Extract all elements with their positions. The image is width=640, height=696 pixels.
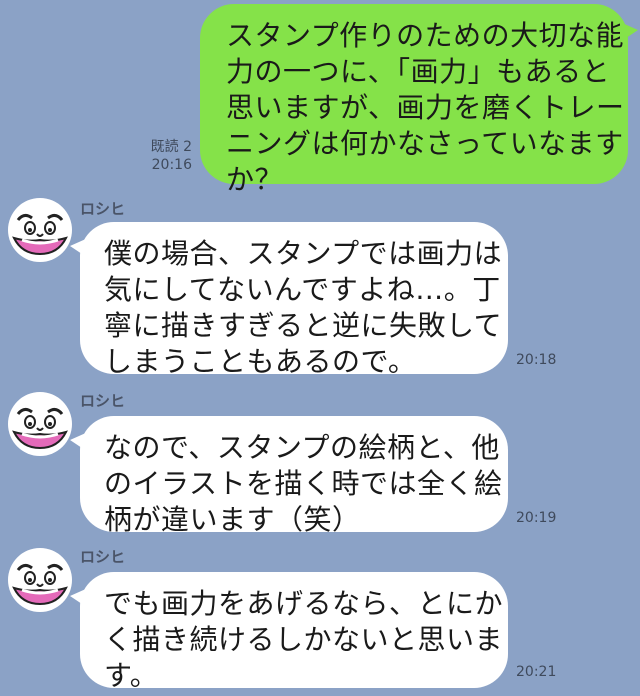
sender-name: ロシヒ <box>80 392 126 410</box>
avatar-face-icon[interactable] <box>8 198 72 262</box>
message-time: 20:19 <box>516 510 557 526</box>
message-line: 寧に描きすぎると逆に失敗して <box>104 309 503 342</box>
message-line: のイラストを描く時では全く絵 <box>104 467 503 500</box>
message-line: 柄が違います（笑） <box>104 503 361 536</box>
message-line: 気にしてないんですよね…。丁 <box>104 273 501 306</box>
message-line: なので、スタンプの絵柄と、他 <box>104 431 500 464</box>
message-line: しまうこともあるので。 <box>104 345 417 378</box>
message-line: でも画力をあげるなら、とにか <box>104 587 504 620</box>
avatar-face-icon[interactable] <box>8 392 72 456</box>
message-time: 20:18 <box>516 352 557 368</box>
incoming-message-bubble[interactable]: なので、スタンプの絵柄と、他 のイラストを描く時では全く絵 柄が違います（笑） <box>70 416 508 536</box>
incoming-message-bubble[interactable]: 僕の場合、スタンプでは画力は 気にしてないんですよね…。丁 寧に描きすぎると逆に… <box>70 222 508 378</box>
outgoing-message-bubble[interactable]: スタンプ作りのための大切な能 力の一つに、「画力」もあると 思いますが、画力を磨… <box>200 4 638 196</box>
message-line: か？ <box>226 163 284 196</box>
message-line: 力の一つに、「画力」もあると <box>226 55 611 88</box>
sender-name: ロシヒ <box>80 200 126 218</box>
message-line: す。 <box>104 659 159 692</box>
read-receipt: 既読 2 <box>150 139 192 155</box>
avatar-face-icon[interactable] <box>8 548 72 612</box>
message-line: 思いますが、画力を磨くトレー <box>226 91 625 124</box>
chat-view: 既読 2 20:16 スタンプ作りのための大切な能 力の一つに、「画力」もあると… <box>0 0 640 696</box>
message-time: 20:16 <box>151 157 192 173</box>
outgoing-meta: 既読 2 20:16 <box>132 138 192 174</box>
message-line: く描き続けるしかないと思いま <box>104 623 504 656</box>
incoming-message-bubble[interactable]: でも画力をあげるなら、とにか く描き続けるしかないと思いま す。 <box>70 572 508 692</box>
sender-name: ロシヒ <box>80 548 126 566</box>
message-line: 僕の場合、スタンプでは画力は <box>104 237 503 270</box>
message-time: 20:21 <box>516 664 557 680</box>
message-line: ニングは何かなさっていなます <box>226 127 624 160</box>
message-line: スタンプ作りのための大切な能 <box>226 19 625 52</box>
